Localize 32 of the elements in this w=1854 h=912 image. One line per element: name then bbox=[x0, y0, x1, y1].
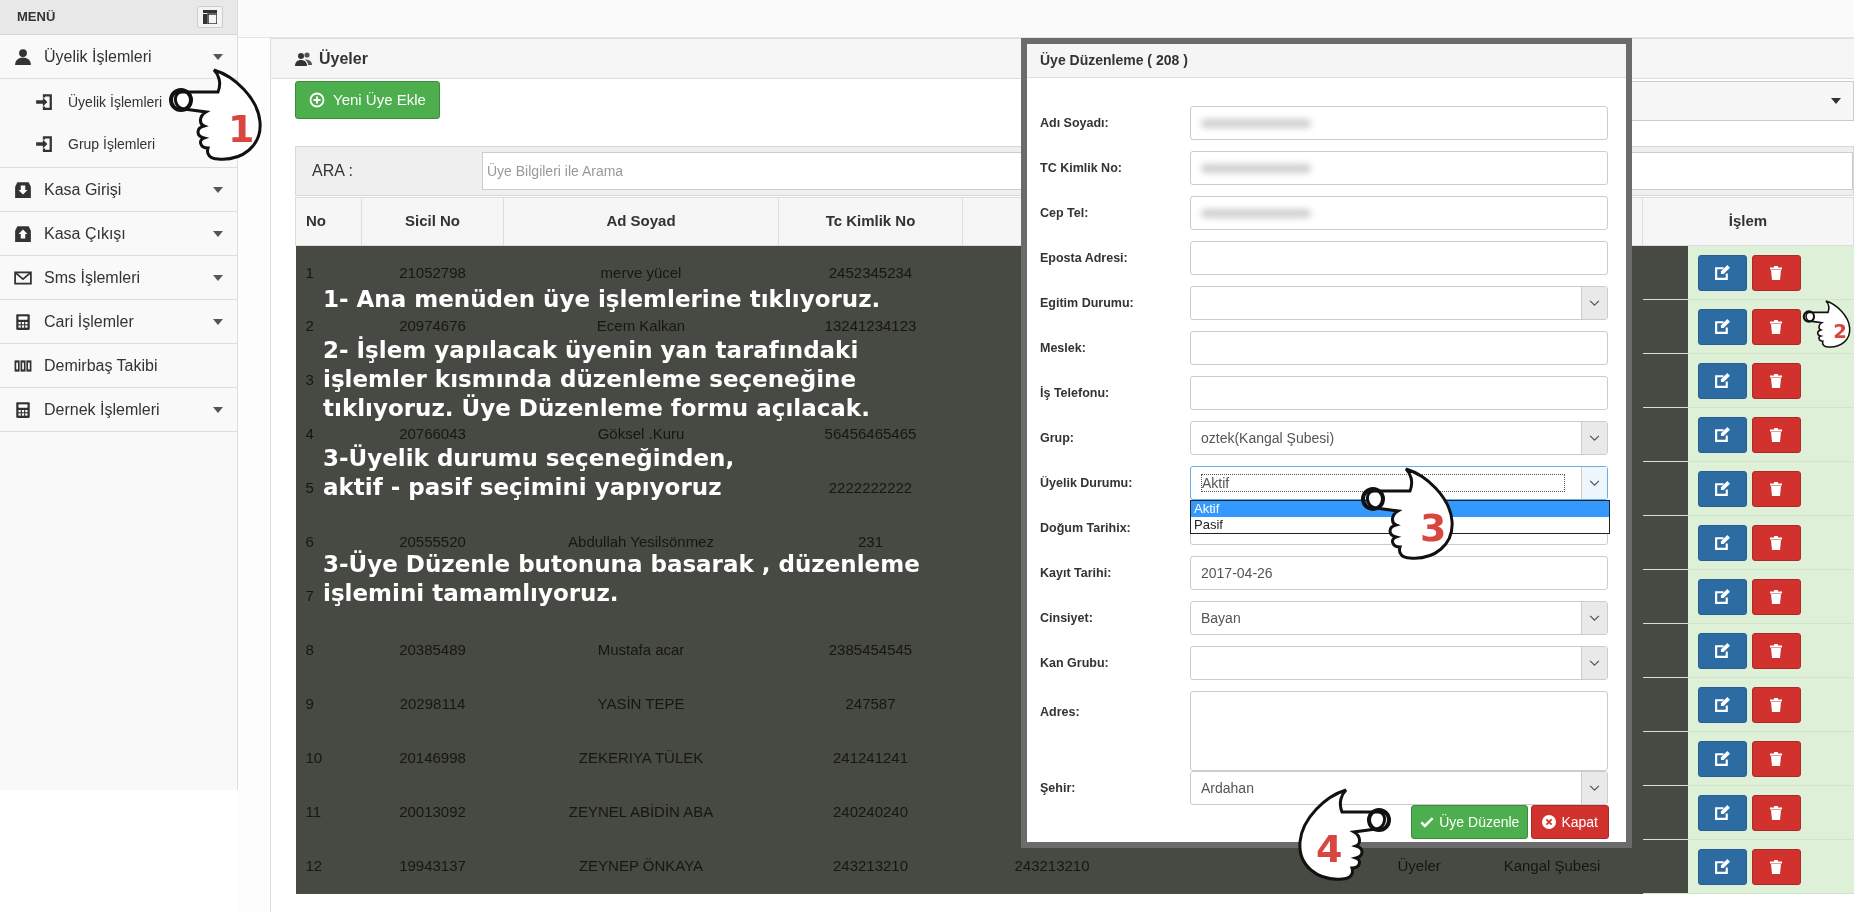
field-label: Kayıt Tarihi: bbox=[1040, 564, 1113, 582]
field-label: Meslek: bbox=[1040, 339, 1087, 357]
instruction-text: 2- İşlem yapılacak üyenin yan tarafındaki işlemler kısmında düzenleme seçeneğine tıklıyoruz. Üye Düzenleme formu açılacak. bbox=[323, 336, 870, 423]
step-number: 3 bbox=[1420, 506, 1447, 550]
column-header: İşlem bbox=[1642, 197, 1854, 246]
field-label: Eposta Adresi: bbox=[1040, 249, 1129, 267]
field-label: TC Kimlik No: bbox=[1040, 159, 1123, 177]
field-label: Cinsiyet: bbox=[1040, 609, 1094, 627]
field-label: Egitim Durumu: bbox=[1040, 294, 1135, 312]
field-label: Adı Soyadı: bbox=[1040, 114, 1110, 132]
field-label: Adres: bbox=[1040, 704, 1081, 721]
field-label: Grup: bbox=[1040, 429, 1076, 447]
field-label: Cep Tel: bbox=[1040, 204, 1090, 222]
field-label: Şehir: bbox=[1040, 779, 1077, 797]
step-number: 1 bbox=[228, 107, 255, 151]
instruction-text: 3-Üyelik durumu seçeneğinden, aktif - pasif seçimini yapıyoruz bbox=[323, 444, 735, 502]
field-label: Doğum Tarihix: bbox=[1040, 519, 1132, 537]
column-header: Ad Soyad bbox=[503, 197, 779, 246]
instruction-text: 3-Üye Düzenle butonuna basarak , düzenleme işlemini tamamlıyoruz. bbox=[323, 550, 920, 608]
dialog-title: Üye Düzenleme ( 208 ) bbox=[1040, 51, 1188, 70]
column-header: Tc Kimlik No bbox=[778, 197, 963, 246]
field-label: İş Telefonu: bbox=[1040, 384, 1111, 402]
search-label: ARA : bbox=[312, 161, 354, 181]
sidebar-title: MENÜ bbox=[17, 8, 56, 27]
step-number: 4 bbox=[1316, 827, 1343, 871]
field-label: Üyelik Durumu: bbox=[1040, 474, 1134, 492]
field-label: Kan Grubu: bbox=[1040, 654, 1110, 672]
column-header: No bbox=[295, 197, 362, 246]
step-number: 2 bbox=[1833, 320, 1847, 344]
instruction-text: 1- Ana menüden üye işlemlerine tıklıyoruz. bbox=[323, 285, 881, 314]
panel-title: Üyeler bbox=[319, 48, 368, 69]
column-header: Sicil No bbox=[361, 197, 504, 246]
